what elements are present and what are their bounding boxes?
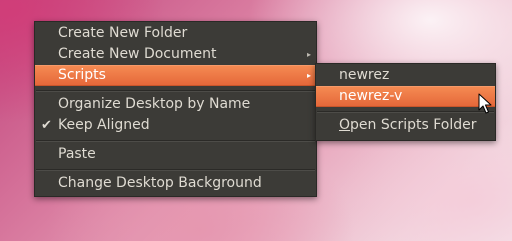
menu-separator: [35, 165, 316, 173]
menu-item-label: newrez: [339, 67, 390, 83]
menu-separator: [316, 107, 495, 115]
menu-item-keep-aligned[interactable]: ✔ Keep Aligned: [35, 115, 316, 136]
submenu-item-newrez[interactable]: newrez: [316, 65, 495, 86]
scripts-submenu: newrez newrez-v Open Scripts Folder: [315, 63, 496, 141]
menu-item-label: Create New Document: [58, 46, 217, 62]
submenu-arrow-icon: ▸: [306, 50, 311, 59]
menu-item-label: newrez-v: [339, 88, 403, 104]
submenu-arrow-icon: ▸: [306, 71, 311, 80]
menu-item-label: Create New Folder: [58, 25, 188, 41]
checkmark-icon: ✔: [41, 118, 52, 133]
menu-item-label: Organize Desktop by Name: [58, 96, 251, 112]
menu-item-change-desktop-background[interactable]: Change Desktop Background: [35, 173, 316, 194]
menu-item-organize-desktop-by-name[interactable]: Organize Desktop by Name: [35, 94, 316, 115]
submenu-item-newrez-v[interactable]: newrez-v: [316, 86, 495, 107]
desktop-context-menu: Create New Folder Create New Document ▸ …: [34, 21, 317, 197]
menu-item-label: Scripts: [58, 67, 106, 83]
menu-item-label: pen Scripts Folder: [350, 117, 477, 133]
menu-item-label: Keep Aligned: [58, 117, 150, 133]
mnemonic-letter: O: [339, 117, 351, 133]
menu-item-scripts[interactable]: Scripts ▸: [35, 65, 316, 86]
menu-separator: [35, 86, 316, 94]
menu-item-create-new-folder[interactable]: Create New Folder: [35, 23, 316, 44]
submenu-item-open-scripts-folder[interactable]: Open Scripts Folder: [316, 115, 495, 136]
menu-item-label: Change Desktop Background: [58, 175, 262, 191]
menu-item-create-new-document[interactable]: Create New Document ▸: [35, 44, 316, 65]
menu-separator: [35, 136, 316, 144]
menu-item-paste[interactable]: Paste: [35, 144, 316, 165]
menu-item-label: Paste: [58, 146, 96, 162]
mouse-pointer-icon: [478, 93, 492, 114]
